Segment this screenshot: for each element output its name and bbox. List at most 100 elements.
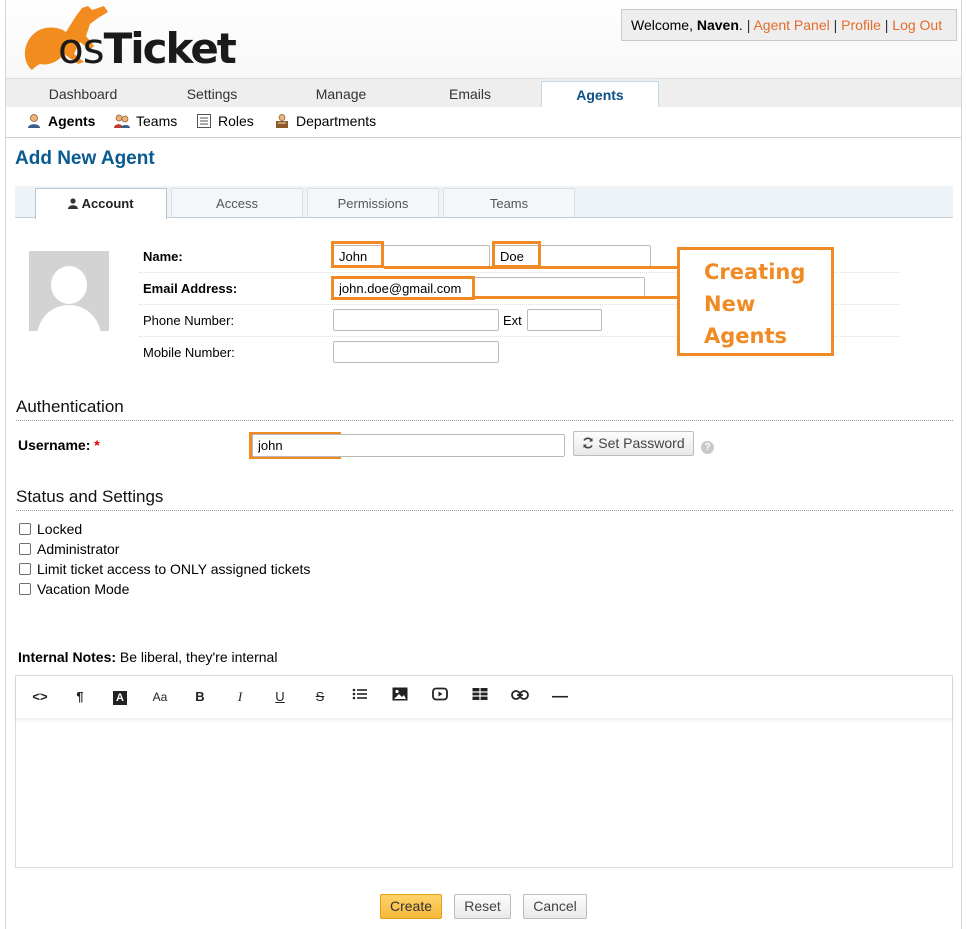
ext-input[interactable] bbox=[527, 309, 602, 331]
osticket-logo[interactable]: osTicket bbox=[18, 2, 237, 74]
underline-button[interactable]: U bbox=[269, 686, 291, 708]
welcome-text: Welcome, bbox=[631, 17, 697, 33]
administrator-option[interactable]: Administrator bbox=[19, 541, 119, 557]
profile-link[interactable]: Profile bbox=[841, 17, 881, 33]
separator: | bbox=[833, 17, 838, 33]
tab-label: Account bbox=[81, 196, 134, 211]
sub-nav: Agents Teams Roles Departments bbox=[6, 107, 961, 138]
strikethrough-button[interactable]: S bbox=[309, 686, 331, 708]
refresh-icon bbox=[583, 437, 594, 449]
table-button[interactable] bbox=[469, 686, 491, 708]
horizontal-rule-button[interactable]: — bbox=[549, 686, 571, 708]
link-icon bbox=[511, 690, 529, 700]
page-title: Add New Agent bbox=[15, 148, 155, 169]
log-out-link[interactable]: Log Out bbox=[892, 17, 942, 33]
bold-button[interactable]: B bbox=[189, 686, 211, 708]
limit-access-option[interactable]: Limit ticket access to ONLY assigned tic… bbox=[19, 561, 310, 577]
phone-label: Phone Number: bbox=[143, 313, 235, 328]
departments-icon bbox=[276, 114, 288, 128]
vacation-mode-option[interactable]: Vacation Mode bbox=[19, 581, 129, 597]
paragraph-button[interactable]: ¶ bbox=[69, 686, 91, 708]
subnav-agents[interactable]: Agents bbox=[26, 113, 95, 129]
welcome-bar: Welcome, Naven. | Agent Panel | Profile … bbox=[621, 9, 957, 41]
phone-input[interactable] bbox=[333, 309, 499, 331]
name-label: Name: bbox=[143, 249, 183, 264]
italic-button[interactable]: I bbox=[229, 686, 251, 708]
user-icon bbox=[68, 198, 79, 209]
subnav-teams[interactable]: Teams bbox=[114, 113, 177, 129]
agent-icon bbox=[28, 114, 40, 128]
font-color-icon: A bbox=[113, 691, 127, 705]
image-button[interactable] bbox=[389, 686, 411, 708]
connector-line bbox=[384, 266, 677, 269]
subnav-label: Agents bbox=[48, 113, 96, 129]
username-label-text: Username: bbox=[18, 437, 91, 453]
user-name: Naven bbox=[696, 17, 739, 33]
tab-manage[interactable]: Manage bbox=[276, 79, 406, 108]
help-icon[interactable]: ? bbox=[701, 441, 714, 454]
logo-wordmark: osTicket bbox=[58, 24, 237, 73]
video-icon bbox=[432, 687, 448, 701]
font-color-button[interactable]: A bbox=[109, 686, 131, 708]
tab-permissions[interactable]: Permissions bbox=[307, 188, 439, 217]
callout-line: Creating bbox=[704, 260, 806, 284]
ext-label: Ext bbox=[503, 313, 522, 328]
html-code-button[interactable]: <> bbox=[29, 686, 51, 708]
limit-access-checkbox[interactable] bbox=[19, 563, 31, 575]
subnav-departments[interactable]: Departments bbox=[274, 113, 376, 129]
notes-editor[interactable]: <> ¶ A Aa B I U S — bbox=[15, 675, 953, 868]
administrator-checkbox[interactable] bbox=[19, 543, 31, 555]
image-icon bbox=[392, 687, 408, 701]
subnav-label: Roles bbox=[218, 113, 254, 129]
roles-icon bbox=[197, 114, 211, 128]
set-password-label: Set Password bbox=[598, 435, 685, 451]
locked-option[interactable]: Locked bbox=[19, 521, 82, 537]
font-size-button[interactable]: Aa bbox=[149, 686, 171, 708]
avatar bbox=[29, 251, 109, 331]
email-label: Email Address: bbox=[143, 281, 238, 296]
set-password-button[interactable]: Set Password bbox=[573, 431, 694, 456]
table-icon bbox=[472, 688, 488, 700]
last-name-input[interactable] bbox=[494, 245, 651, 267]
cancel-button[interactable]: Cancel bbox=[523, 894, 587, 919]
create-button[interactable]: Create bbox=[380, 894, 442, 919]
option-label: Locked bbox=[37, 521, 83, 537]
subnav-label: Departments bbox=[296, 113, 377, 129]
tab-access[interactable]: Access bbox=[171, 188, 303, 217]
tab-dashboard[interactable]: Dashboard bbox=[16, 79, 150, 108]
authentication-heading: Authentication bbox=[16, 397, 953, 421]
connector-line bbox=[475, 296, 677, 299]
tab-agents[interactable]: Agents bbox=[541, 81, 659, 109]
annotation-callout: Creating New Agents bbox=[677, 247, 834, 356]
option-label: Vacation Mode bbox=[37, 581, 130, 597]
list-button[interactable] bbox=[349, 686, 371, 708]
video-button[interactable] bbox=[429, 686, 451, 708]
first-name-input[interactable] bbox=[333, 245, 490, 267]
separator: | bbox=[884, 17, 889, 33]
tab-emails[interactable]: Emails bbox=[406, 79, 534, 108]
link-button[interactable] bbox=[509, 686, 531, 708]
notes-hint: Be liberal, they're internal bbox=[119, 649, 278, 665]
subnav-roles[interactable]: Roles bbox=[196, 113, 254, 129]
welcome-dot: . bbox=[738, 17, 743, 33]
status-settings-heading: Status and Settings bbox=[16, 487, 953, 511]
option-label: Limit ticket access to ONLY assigned tic… bbox=[37, 561, 311, 577]
mobile-label: Mobile Number: bbox=[143, 345, 235, 360]
reset-button[interactable]: Reset bbox=[454, 894, 511, 919]
subnav-label: Teams bbox=[136, 113, 178, 129]
locked-checkbox[interactable] bbox=[19, 523, 31, 535]
callout-line: Agents bbox=[704, 324, 788, 348]
mobile-input[interactable] bbox=[333, 341, 499, 363]
required-mark: * bbox=[94, 437, 100, 453]
username-input[interactable] bbox=[252, 434, 565, 457]
tab-settings[interactable]: Settings bbox=[146, 79, 278, 108]
agent-panel-link[interactable]: Agent Panel bbox=[753, 17, 829, 33]
tab-account[interactable]: Account bbox=[35, 188, 167, 219]
internal-notes-label: Internal Notes: Be liberal, they're inte… bbox=[18, 649, 277, 665]
notes-label-text: Internal Notes: bbox=[18, 649, 117, 665]
username-label: Username: * bbox=[18, 437, 100, 453]
separator: | bbox=[746, 17, 751, 33]
callout-line: New bbox=[704, 292, 756, 316]
vacation-mode-checkbox[interactable] bbox=[19, 583, 31, 595]
tab-teams[interactable]: Teams bbox=[443, 188, 575, 217]
